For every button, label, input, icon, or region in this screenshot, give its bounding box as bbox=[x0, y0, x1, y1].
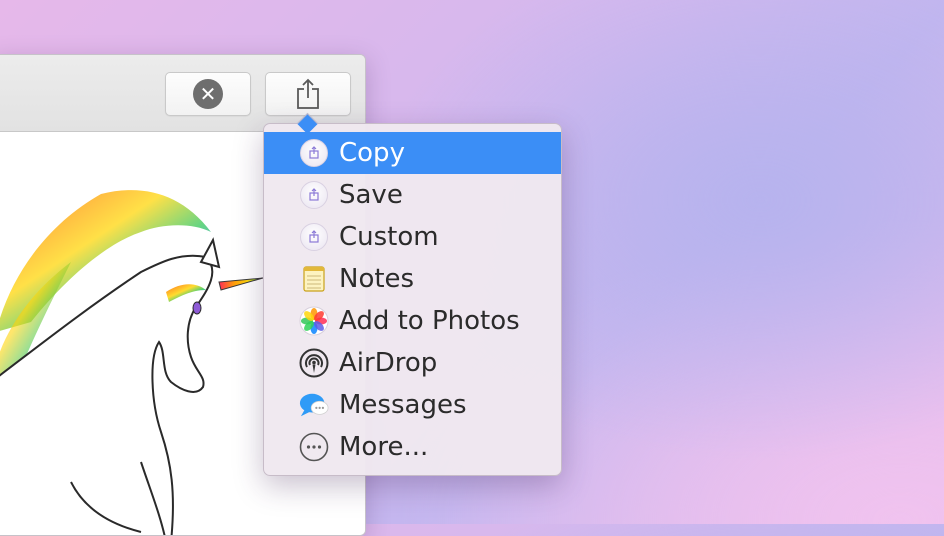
share-menu: Copy Save Custom Notes Add to Photos Air… bbox=[263, 112, 562, 476]
menu-item-label: Custom bbox=[339, 222, 439, 252]
menu-item-add-to-photos[interactable]: Add to Photos bbox=[264, 300, 561, 342]
notes-icon bbox=[299, 264, 329, 294]
share-menu-list: Copy Save Custom Notes Add to Photos Air… bbox=[264, 132, 561, 468]
menu-item-label: Add to Photos bbox=[339, 306, 520, 336]
menu-item-notes[interactable]: Notes bbox=[264, 258, 561, 300]
extension-icon bbox=[299, 138, 329, 168]
extension-icon bbox=[299, 222, 329, 252]
menu-item-copy[interactable]: Copy bbox=[264, 132, 561, 174]
more-icon bbox=[299, 432, 329, 462]
menu-item-more[interactable]: More... bbox=[264, 426, 561, 468]
airdrop-icon bbox=[299, 348, 329, 378]
close-icon: ✕ bbox=[193, 79, 223, 109]
menu-item-airdrop[interactable]: AirDrop bbox=[264, 342, 561, 384]
menu-item-label: Save bbox=[339, 180, 403, 210]
menu-item-messages[interactable]: Messages bbox=[264, 384, 561, 426]
menu-item-label: AirDrop bbox=[339, 348, 438, 378]
menu-item-label: Copy bbox=[339, 138, 405, 168]
photos-icon bbox=[299, 306, 329, 336]
menu-item-label: Notes bbox=[339, 264, 415, 294]
menu-item-label: More... bbox=[339, 432, 429, 462]
close-button[interactable]: ✕ bbox=[165, 72, 251, 116]
menu-item-save[interactable]: Save bbox=[264, 174, 561, 216]
extension-icon bbox=[299, 180, 329, 210]
messages-icon bbox=[299, 390, 329, 420]
menu-item-custom[interactable]: Custom bbox=[264, 216, 561, 258]
share-icon bbox=[297, 78, 319, 109]
share-button[interactable] bbox=[265, 72, 351, 116]
menu-item-label: Messages bbox=[339, 390, 467, 420]
